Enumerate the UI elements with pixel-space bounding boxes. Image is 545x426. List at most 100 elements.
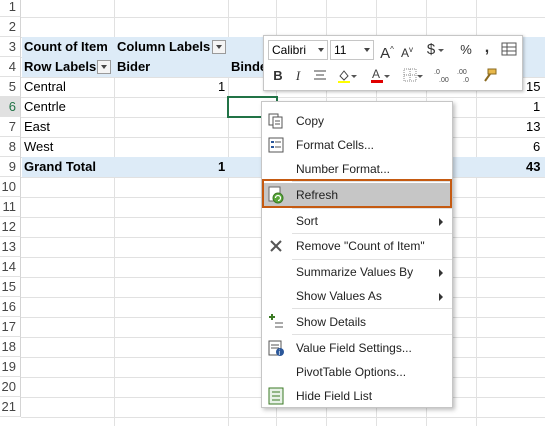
pivot-count-of-item[interactable]: Count of Item: [24, 37, 108, 57]
italic-button[interactable]: I: [289, 67, 307, 85]
row-header[interactable]: 19: [0, 357, 21, 377]
menu-label: Copy: [296, 114, 325, 128]
row-header[interactable]: 12: [0, 217, 21, 237]
percent-icon: %: [460, 42, 472, 57]
pivot-col-bider[interactable]: Bider: [117, 57, 150, 77]
pivot-row-label[interactable]: Central: [24, 77, 66, 97]
menu-label: Number Format...: [296, 162, 391, 176]
font-color-button[interactable]: A: [368, 67, 390, 85]
font-name-value: Calibri: [272, 43, 307, 57]
submenu-arrow-icon: [439, 293, 443, 301]
row-header[interactable]: 6: [0, 97, 21, 117]
row-header[interactable]: 14: [0, 257, 21, 277]
row-header[interactable]: 15: [0, 277, 21, 297]
menu-item-format-cells[interactable]: Format Cells...: [263, 133, 451, 157]
menu-label: Value Field Settings...: [296, 341, 412, 355]
pivot-row-total[interactable]: 13: [526, 117, 540, 137]
pivot-row-label[interactable]: West: [24, 137, 53, 157]
decrease-font-icon: A: [400, 46, 409, 60]
borders-button[interactable]: [401, 67, 423, 85]
menu-label: Show Details: [296, 315, 367, 329]
menu-item-show-details[interactable]: Show Details: [263, 310, 451, 334]
pivot-row-total[interactable]: 6: [533, 137, 540, 157]
menu-item-sort[interactable]: Sort: [263, 209, 451, 233]
paint-bucket-icon: [338, 70, 350, 83]
row-header[interactable]: 1: [0, 0, 21, 17]
menu-separator: [292, 308, 452, 309]
menu-label: Sort: [296, 214, 319, 228]
show-details-icon: [269, 314, 283, 328]
format-painter-icon: [484, 68, 497, 82]
row-header[interactable]: 16: [0, 297, 21, 317]
pivot-row-labels[interactable]: Row Labels: [24, 57, 96, 77]
format-table-button[interactable]: [500, 41, 518, 59]
chevron-down-icon: [364, 48, 370, 52]
pivot-row-label[interactable]: Centrle: [24, 97, 66, 117]
decrease-decimal-button[interactable]: .00.0: [457, 67, 475, 85]
row-header[interactable]: 9: [0, 157, 21, 177]
menu-item-remove-count-of-item[interactable]: Remove "Count of Item": [263, 234, 451, 258]
pivot-col-binde[interactable]: Binde: [231, 57, 267, 77]
pivot-column-labels[interactable]: Column Labels: [117, 37, 210, 57]
font-name-combo[interactable]: Calibri: [268, 40, 328, 60]
row-labels-filter-button[interactable]: [97, 60, 111, 74]
row-header[interactable]: 2: [0, 17, 21, 37]
fill-color-button[interactable]: [335, 67, 357, 85]
row-header[interactable]: 8: [0, 137, 21, 157]
svg-text:.0: .0: [434, 69, 440, 76]
refresh-highlight-box: [262, 179, 452, 208]
copy-icon: [268, 113, 283, 129]
bold-button[interactable]: B: [269, 67, 287, 85]
row-header[interactable]: 21: [0, 397, 21, 417]
currency-format-button[interactable]: $: [422, 41, 444, 59]
pivot-row-total[interactable]: 15: [526, 77, 540, 97]
grand-total-label[interactable]: Grand Total: [24, 157, 96, 177]
font-size-combo[interactable]: 11: [330, 40, 374, 60]
close-icon: [270, 240, 282, 252]
table-icon: [501, 42, 517, 56]
menu-item-hide-field-list[interactable]: Hide Field List: [263, 384, 451, 408]
menu-separator: [292, 334, 452, 335]
increase-font-icon: A: [380, 45, 391, 62]
menu-label: Show Values As: [296, 289, 382, 303]
menu-item-value-field-settings[interactable]: i Value Field Settings...: [263, 336, 451, 360]
align-center-button[interactable]: [311, 67, 329, 85]
increase-decimal-button[interactable]: .0.00: [434, 67, 452, 85]
grand-total-value[interactable]: 1: [218, 157, 225, 177]
field-list-icon: [268, 387, 284, 405]
row-header[interactable]: 5: [0, 77, 21, 97]
format-painter-button[interactable]: [480, 67, 498, 85]
menu-item-copy[interactable]: Copy: [263, 109, 451, 133]
grand-total-value[interactable]: 43: [526, 157, 540, 177]
menu-item-number-format[interactable]: Number Format...: [263, 157, 451, 181]
row-header[interactable]: 18: [0, 337, 21, 357]
menu-label: Format Cells...: [296, 138, 375, 152]
menu-item-show-values-as[interactable]: Show Values As: [263, 284, 451, 308]
increase-font-size-button[interactable]: A^: [378, 41, 396, 62]
column-labels-filter-button[interactable]: [212, 40, 226, 54]
percent-style-button[interactable]: %: [457, 41, 475, 59]
mini-toolbar: Calibri 11 A^ Av $ % , B I A .0.00 .00.0: [263, 35, 523, 91]
row-header[interactable]: 11: [0, 197, 21, 217]
currency-icon: $: [426, 41, 436, 58]
row-header[interactable]: 10: [0, 177, 21, 197]
menu-item-pivottable-options[interactable]: PivotTable Options...: [263, 360, 451, 384]
comma-style-button[interactable]: ,: [478, 39, 496, 57]
row-header[interactable]: 4: [0, 57, 21, 77]
field-settings-icon: i: [268, 340, 284, 357]
decrease-font-size-button[interactable]: Av: [398, 41, 416, 60]
pivot-row-label[interactable]: East: [24, 117, 50, 137]
row-header[interactable]: 17: [0, 317, 21, 337]
row-header[interactable]: 7: [0, 117, 21, 137]
pivot-value[interactable]: 1: [218, 77, 225, 97]
borders-icon: [403, 68, 417, 82]
row-header[interactable]: 3: [0, 37, 21, 57]
increase-decimal-icon: .0.00: [434, 69, 449, 84]
pivot-row-total[interactable]: 1: [533, 97, 540, 117]
context-menu: Copy Format Cells... Number Format... Re…: [261, 101, 453, 408]
row-header[interactable]: 20: [0, 377, 21, 397]
italic-icon: I: [295, 68, 301, 83]
menu-item-summarize-values-by[interactable]: Summarize Values By: [263, 260, 451, 284]
menu-label: Remove "Count of Item": [296, 239, 425, 253]
row-header[interactable]: 13: [0, 237, 21, 257]
